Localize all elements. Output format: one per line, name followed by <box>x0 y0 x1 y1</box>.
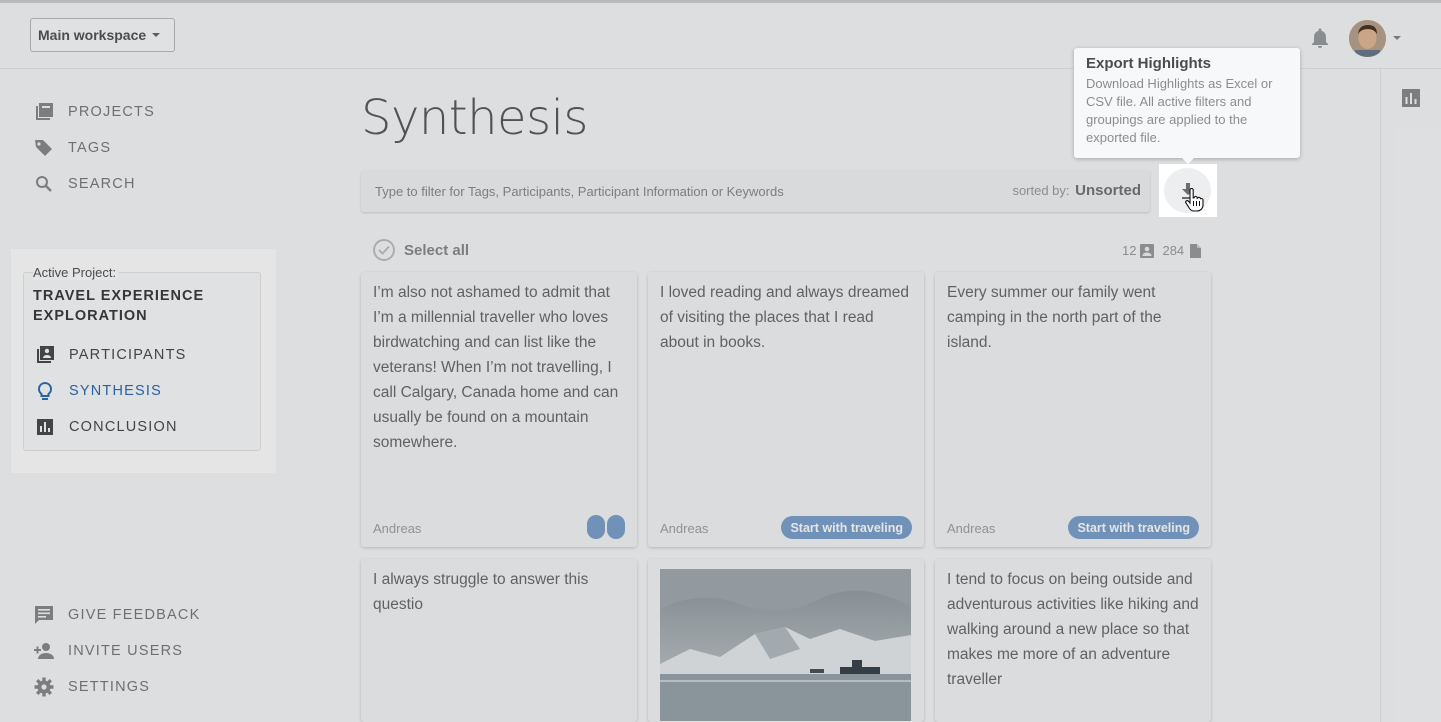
nav-participants-label: PARTICIPANTS <box>69 347 187 363</box>
highlight-card[interactable]: I loved reading and always dreamed of vi… <box>648 272 924 547</box>
quote-icon[interactable] <box>587 515 625 539</box>
participant-icon <box>1140 243 1155 258</box>
tags-icon <box>33 137 55 159</box>
nav-tags-label: TAGS <box>68 140 112 156</box>
nav-synthesis[interactable]: SYNTHESIS <box>34 380 162 402</box>
feedback-icon <box>33 604 55 626</box>
card-quote: I always struggle to answer this questio <box>373 571 589 613</box>
nav-participants[interactable]: PARTICIPANTS <box>34 344 187 366</box>
nav-synthesis-label: SYNTHESIS <box>69 383 162 399</box>
workspace-select[interactable]: Main workspace <box>30 18 175 52</box>
highlight-card[interactable]: I always struggle to answer this questio <box>361 559 637 722</box>
page-title: Synthesis <box>361 90 588 146</box>
hand-cursor-icon <box>1185 188 1204 212</box>
card-author: Andreas <box>373 521 422 536</box>
card-quote: I tend to focus on being outside and adv… <box>947 571 1199 688</box>
card-quote: I’m also not ashamed to admit that I’m a… <box>373 284 619 451</box>
card-author: Andreas <box>660 521 709 536</box>
search-icon <box>33 173 55 195</box>
card-tag[interactable]: Start with traveling <box>1068 516 1199 539</box>
active-project-label: Active Project: <box>33 265 120 280</box>
highlight-card[interactable]: Every summer our family went camping in … <box>935 272 1211 547</box>
card-quote: I loved reading and always dreamed of vi… <box>660 284 910 351</box>
highlight-count: 284 <box>1162 243 1185 258</box>
chevron-down-icon[interactable] <box>1393 36 1401 40</box>
document-icon <box>1190 243 1202 258</box>
nav-settings[interactable]: SETTINGS <box>33 676 150 698</box>
highlight-card[interactable]: I’m also not ashamed to admit that I’m a… <box>361 272 637 547</box>
nav-settings-label: SETTINGS <box>68 679 151 695</box>
nav-projects-label: PROJECTS <box>68 104 155 120</box>
tooltip-body: Download Highlights as Excel or CSV file… <box>1086 76 1273 145</box>
bell-icon[interactable] <box>1310 27 1330 49</box>
filter-bar: sorted by: Unsorted <box>361 170 1150 212</box>
card-author: Andreas <box>947 521 996 536</box>
bar-chart-icon[interactable] <box>1402 89 1420 107</box>
nav-give-feedback[interactable]: GIVE FEEDBACK <box>33 604 200 626</box>
add-user-icon <box>33 640 55 662</box>
workspace-label: Main workspace <box>38 27 147 43</box>
tooltip-title: Export Highlights <box>1086 55 1211 72</box>
lightbulb-icon <box>34 380 56 402</box>
sort-control[interactable]: sorted by: Unsorted <box>1012 182 1141 199</box>
card-tag[interactable]: Start with traveling <box>781 516 912 539</box>
highlight-card[interactable] <box>648 559 924 722</box>
nav-projects[interactable]: PROJECTS <box>33 101 155 123</box>
projects-icon <box>33 101 55 123</box>
active-project-name[interactable]: TRAVEL EXPERIENCE EXPLORATION <box>33 286 243 326</box>
result-counts: 12 284 <box>1122 243 1210 258</box>
nav-invite-users-label: INVITE USERS <box>68 643 184 659</box>
sort-value: Unsorted <box>1075 182 1141 199</box>
nav-conclusion-label: CONCLUSION <box>69 419 178 435</box>
card-image <box>660 569 911 721</box>
chevron-down-icon <box>152 33 161 37</box>
sort-label: sorted by: <box>1012 183 1070 198</box>
select-all[interactable]: Select all <box>373 239 469 261</box>
nav-give-feedback-label: GIVE FEEDBACK <box>68 607 201 623</box>
check-circle-icon <box>373 239 395 261</box>
card-quote: Every summer our family went camping in … <box>947 284 1162 351</box>
bar-chart-icon <box>34 416 56 438</box>
avatar[interactable] <box>1349 20 1386 57</box>
export-tooltip: Export Highlights Download Highlights as… <box>1074 48 1300 158</box>
tooltip-arrow <box>1181 157 1195 164</box>
right-rail-divider <box>1380 69 1381 722</box>
select-all-label: Select all <box>404 241 470 259</box>
participant-count: 12 <box>1122 243 1137 258</box>
participants-icon <box>34 344 56 366</box>
nav-conclusion[interactable]: CONCLUSION <box>34 416 178 438</box>
nav-search-label: SEARCH <box>68 176 136 192</box>
highlight-card[interactable]: I tend to focus on being outside and adv… <box>935 559 1211 722</box>
filter-input[interactable] <box>361 183 1001 199</box>
gear-icon <box>33 676 55 698</box>
nav-invite-users[interactable]: INVITE USERS <box>33 640 183 662</box>
nav-tags[interactable]: TAGS <box>33 137 111 159</box>
nav-search[interactable]: SEARCH <box>33 173 136 195</box>
